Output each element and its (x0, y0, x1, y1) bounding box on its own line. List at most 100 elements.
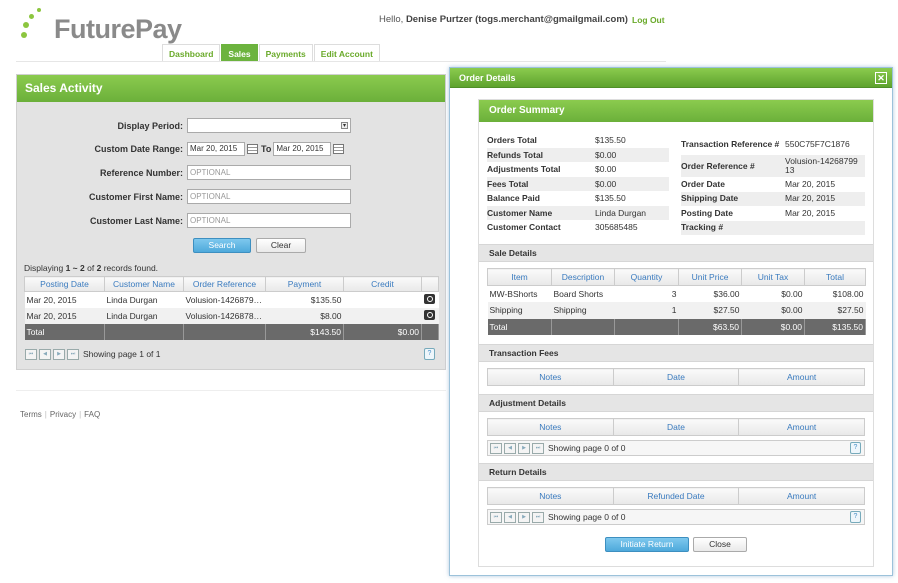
col-unit-tax[interactable]: Unit Tax (741, 268, 805, 286)
help-bulb-icon[interactable]: ? (850, 442, 861, 454)
futurepay-logo[interactable]: FuturePay (18, 2, 182, 46)
logo-dot-icon (37, 8, 41, 12)
last-name-row: Customer Last Name: OPTIONAL (17, 213, 351, 228)
col-unit-price[interactable]: Unit Price (678, 268, 742, 286)
last-name-label: Customer Last Name: (89, 215, 183, 226)
logo-dot-icon (29, 14, 34, 19)
first-page-icon[interactable]: ⏮ (490, 442, 502, 454)
col-amount[interactable]: Amount (738, 418, 865, 436)
order-summary-panel: Order Summary Orders Total $135.50 Refund… (478, 99, 874, 567)
adjustment-details-title: Adjustment Details (479, 394, 873, 412)
chevron-down-icon: ▾ (341, 122, 348, 129)
next-page-icon[interactable]: ▶ (53, 348, 65, 360)
pager-text: Showing page 0 of 0 (548, 443, 626, 453)
first-page-icon[interactable]: ⏮ (490, 511, 502, 523)
help-bulb-icon[interactable]: ? (850, 511, 861, 523)
col-notes[interactable]: Notes (487, 368, 614, 386)
display-period-select[interactable]: ▾ (187, 118, 351, 133)
col-amount[interactable]: Amount (738, 487, 865, 505)
col-date[interactable]: Date (612, 418, 740, 436)
privacy-link[interactable]: Privacy (50, 410, 76, 419)
col-total[interactable]: Total (804, 268, 866, 286)
adjustment-details-table: Notes Date Amount (487, 418, 865, 436)
col-actions (421, 276, 439, 292)
faq-link[interactable]: FAQ (84, 410, 100, 419)
prev-page-icon[interactable]: ◀ (39, 348, 51, 360)
nav-tab-dashboard[interactable]: Dashboard (162, 44, 221, 62)
summary-item: Refunds Total $0.00 (487, 147, 669, 162)
col-quantity[interactable]: Quantity (614, 268, 679, 286)
records-found-text: Displaying 1 ~ 2 of 2 records found. (24, 263, 159, 273)
summary-item: Customer Name Linda Durgan (487, 205, 669, 220)
sales-table: Posting Date Customer Name Order Referen… (24, 276, 439, 340)
view-details-icon[interactable] (423, 293, 435, 304)
close-button[interactable]: Close (693, 537, 747, 552)
date-to-input[interactable]: Mar 20, 2015 (273, 142, 332, 156)
summary-item: Fees Total $0.00 (487, 176, 669, 191)
return-details-title: Return Details (479, 463, 873, 481)
close-icon[interactable]: ✕ (875, 72, 887, 84)
order-summary-title: Order Summary (479, 100, 873, 122)
table-header: Notes Date Amount (487, 368, 865, 386)
col-credit[interactable]: Credit (343, 276, 422, 292)
clear-button[interactable]: Clear (256, 238, 306, 253)
col-posting-date[interactable]: Posting Date (24, 276, 105, 292)
transaction-fees-title: Transaction Fees (479, 344, 873, 362)
summary-right-list: Transaction Reference #550C75F7C1876 Ord… (681, 133, 865, 235)
main-nav: Dashboard Sales Payments Edit Account (162, 44, 381, 62)
last-page-icon[interactable]: ⏭ (67, 348, 79, 360)
customer-first-name-input[interactable]: OPTIONAL (187, 189, 351, 204)
display-period-row: Display Period: ▾ (17, 118, 351, 133)
prev-page-icon[interactable]: ◀ (504, 511, 516, 523)
col-date[interactable]: Date (612, 368, 740, 386)
summary-item: Order Reference # Volusion-14268799 13 (681, 155, 865, 177)
col-amount[interactable]: Amount (738, 368, 865, 386)
col-customer-name[interactable]: Customer Name (104, 276, 184, 292)
next-page-icon[interactable]: ▶ (518, 511, 530, 523)
sale-details-title: Sale Details (479, 244, 873, 262)
col-notes[interactable]: Notes (487, 487, 614, 505)
help-bulb-icon[interactable]: ? (424, 348, 435, 360)
nav-tab-payments[interactable]: Payments (258, 44, 313, 62)
terms-link[interactable]: Terms (20, 410, 42, 419)
search-button[interactable]: Search (193, 238, 251, 253)
nav-tab-sales[interactable]: Sales (221, 44, 258, 62)
last-page-icon[interactable]: ⏭ (532, 511, 544, 523)
col-order-reference[interactable]: Order Reference (183, 276, 266, 292)
date-from-input[interactable]: Mar 20, 2015 (187, 142, 245, 156)
initiate-return-button[interactable]: Initiate Return (605, 537, 689, 552)
view-details-icon[interactable] (423, 309, 435, 320)
prev-page-icon[interactable]: ◀ (504, 442, 516, 454)
customer-last-name-input[interactable]: OPTIONAL (187, 213, 351, 228)
date-range-row: Custom Date Range: Mar 20, 2015 To Mar 2… (17, 142, 347, 156)
table-row: Shipping Shipping 1 $27.50 $0.00 $27.50 (487, 302, 866, 319)
calendar-icon[interactable] (247, 144, 258, 154)
pager-text: Showing page 1 of 1 (83, 349, 161, 359)
logo-dot-icon (23, 22, 29, 28)
nav-divider (16, 61, 666, 62)
summary-item: Posting Date Mar 20, 2015 (681, 207, 836, 218)
summary-item: Adjustments Total $0.00 (487, 164, 617, 175)
nav-tab-edit-account[interactable]: Edit Account (313, 44, 380, 62)
reference-row: Reference Number: OPTIONAL (17, 165, 351, 180)
table-row[interactable]: Mar 20, 2015 Linda Durgan Volusion-14268… (24, 291, 439, 308)
table-row[interactable]: Mar 20, 2015 Linda Durgan Volusion-14268… (24, 307, 439, 324)
col-description[interactable]: Description (551, 268, 615, 286)
last-page-icon[interactable]: ⏭ (532, 442, 544, 454)
table-total-row: Total $63.50 $0.00 $135.50 (487, 318, 866, 335)
first-page-icon[interactable]: ⏮ (25, 348, 37, 360)
col-notes[interactable]: Notes (487, 418, 614, 436)
summary-item: Shipping Date Mar 20, 2015 (681, 191, 865, 206)
pager-text: Showing page 0 of 0 (548, 512, 626, 522)
next-page-icon[interactable]: ▶ (518, 442, 530, 454)
calendar-icon[interactable] (333, 144, 345, 154)
col-payment[interactable]: Payment (265, 276, 344, 292)
col-refunded-date[interactable]: Refunded Date (612, 487, 740, 505)
footer-links: Terms | Privacy | FAQ (20, 410, 101, 419)
return-pager: ⏮ ◀ ▶ ⏭ Showing page 0 of 0 ? (487, 509, 865, 525)
display-period-label: Display Period: (117, 120, 183, 131)
col-item[interactable]: Item (487, 268, 552, 286)
transaction-fees-table: Notes Date Amount (487, 368, 865, 386)
logout-link[interactable]: Log Out (632, 15, 665, 25)
reference-number-input[interactable]: OPTIONAL (187, 165, 351, 180)
